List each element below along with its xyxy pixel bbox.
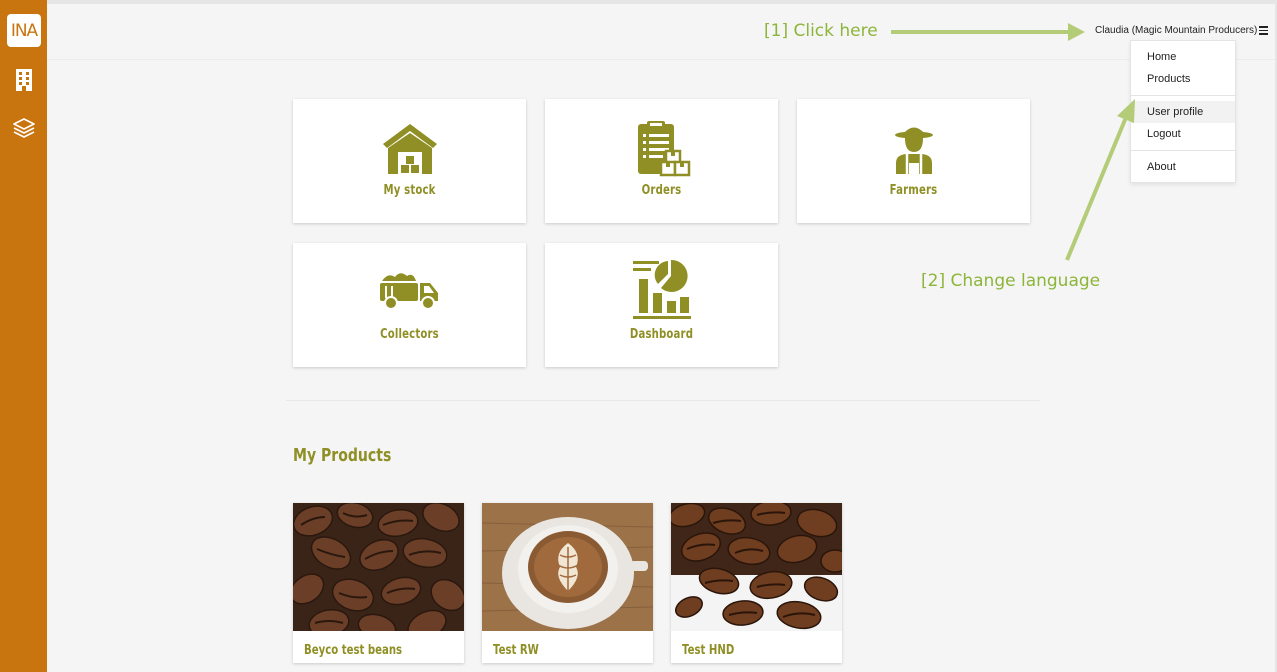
menu-item-products[interactable]: Products bbox=[1131, 68, 1235, 90]
chart-icon bbox=[632, 259, 691, 319]
tile-label: Collectors bbox=[380, 327, 439, 342]
product-card[interactable]: Beyco test beans bbox=[293, 503, 464, 663]
product-image-coffee-beans bbox=[293, 503, 464, 631]
hamburger-icon[interactable] bbox=[1259, 22, 1271, 38]
building-icon[interactable] bbox=[11, 67, 37, 93]
truck-icon bbox=[379, 273, 438, 310]
my-products-heading: My Products bbox=[293, 445, 392, 466]
app-logo[interactable]: INA bbox=[7, 14, 41, 47]
sidebar: INA bbox=[0, 0, 47, 672]
menu-divider bbox=[1131, 150, 1235, 151]
product-image-coffee-beans-white bbox=[671, 503, 842, 631]
tile-label: Orders bbox=[641, 183, 682, 198]
annotation-step-2: [2] Change language bbox=[921, 271, 1101, 291]
tile-collectors[interactable]: Collectors bbox=[293, 243, 526, 367]
logo-text: INA bbox=[10, 20, 38, 41]
farmer-icon bbox=[894, 127, 933, 174]
tile-farmers[interactable]: Farmers bbox=[797, 99, 1030, 223]
clipboard-boxes-icon bbox=[637, 121, 690, 177]
menu-item-home[interactable]: Home bbox=[1131, 46, 1235, 68]
tile-dashboard[interactable]: Dashboard bbox=[545, 243, 778, 367]
top-bar bbox=[47, 4, 1275, 60]
user-dropdown-menu: Home Products User profile Logout About bbox=[1130, 40, 1236, 183]
layers-icon[interactable] bbox=[11, 115, 37, 141]
section-divider bbox=[286, 400, 1040, 401]
product-image-latte bbox=[482, 503, 653, 631]
product-name: Test HND bbox=[682, 643, 735, 658]
product-name: Test RW bbox=[493, 643, 539, 658]
product-card[interactable]: Test HND bbox=[671, 503, 842, 663]
user-menu-label[interactable]: Claudia (Magic Mountain Producers) bbox=[1095, 25, 1257, 36]
tile-label: Dashboard bbox=[629, 327, 694, 342]
menu-item-logout[interactable]: Logout bbox=[1131, 123, 1235, 145]
warehouse-icon bbox=[382, 124, 437, 174]
tile-label: My stock bbox=[383, 183, 436, 198]
tile-my-stock[interactable]: My stock bbox=[293, 99, 526, 223]
tile-orders[interactable]: Orders bbox=[545, 99, 778, 223]
menu-divider bbox=[1131, 95, 1235, 96]
annotation-arrow-2 bbox=[1065, 99, 1135, 261]
menu-item-about[interactable]: About bbox=[1131, 156, 1235, 178]
menu-item-user-profile[interactable]: User profile bbox=[1131, 101, 1235, 123]
product-card[interactable]: Test RW bbox=[482, 503, 653, 663]
product-name: Beyco test beans bbox=[304, 643, 403, 658]
tile-label: Farmers bbox=[889, 183, 938, 198]
annotation-step-1: [1] Click here bbox=[764, 21, 878, 41]
annotation-arrow-1 bbox=[891, 23, 1085, 41]
